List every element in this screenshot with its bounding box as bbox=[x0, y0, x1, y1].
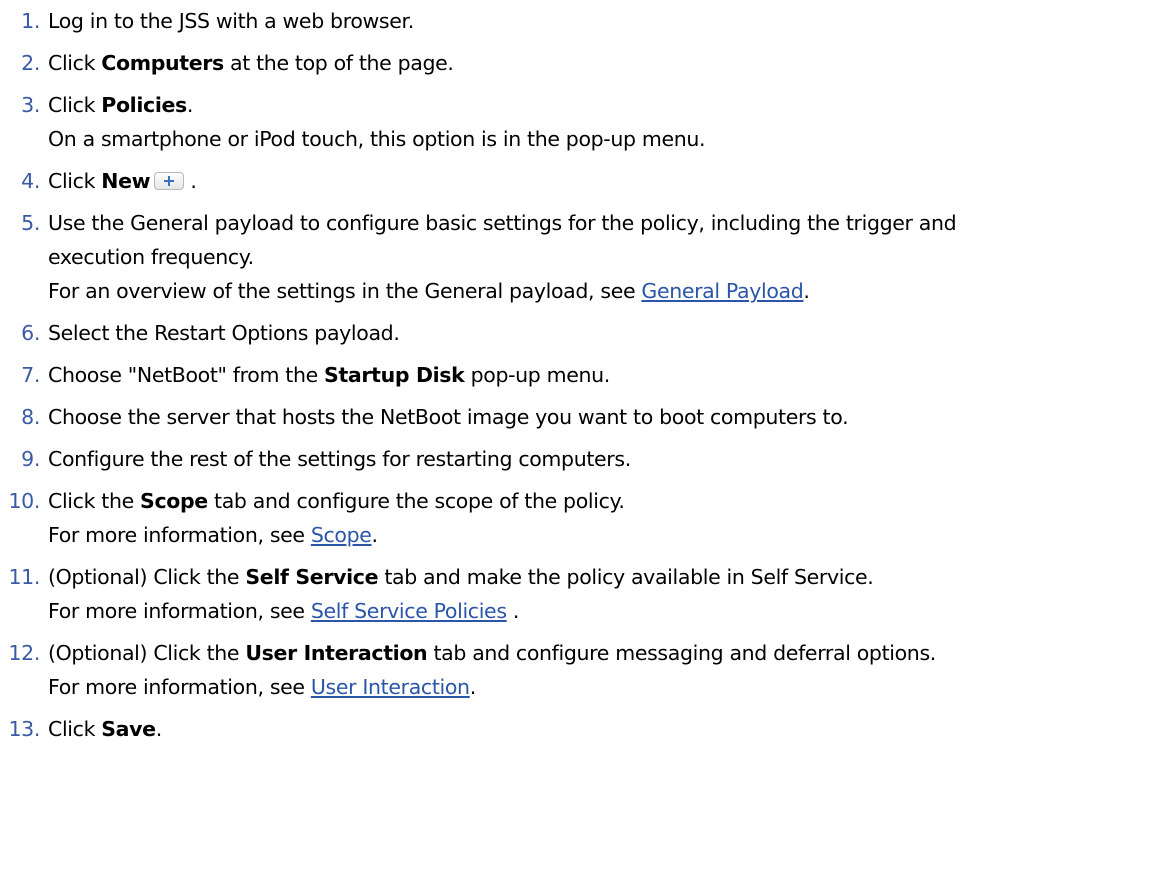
link-general-payload[interactable]: General Payload bbox=[641, 279, 803, 303]
new-button-image bbox=[154, 172, 185, 190]
step-number: 2. bbox=[21, 51, 40, 75]
step-number: 8. bbox=[21, 405, 40, 429]
step-number: 4. bbox=[21, 169, 40, 193]
step-text: Select the Restart Options payload. bbox=[48, 321, 400, 345]
link-scope[interactable]: Scope bbox=[311, 523, 372, 547]
ui-term-scope: Scope bbox=[140, 489, 208, 513]
step-text: Choose the server that hosts the NetBoot… bbox=[48, 405, 849, 429]
step-text: Choose "NetBoot" from the Startup Disk p… bbox=[48, 363, 610, 387]
step-text: Click Save. bbox=[48, 717, 162, 741]
plus-icon bbox=[164, 176, 175, 186]
step-text: Click Policies. bbox=[48, 93, 194, 117]
step-note: On a smartphone or iPod touch, this opti… bbox=[48, 127, 706, 151]
step-text: Configure the rest of the settings for r… bbox=[48, 447, 631, 471]
step-text: Click the Scope tab and configure the sc… bbox=[48, 489, 625, 513]
step-text: Use the General payload to configure bas… bbox=[48, 211, 957, 235]
step-text: Click Computers at the top of the page. bbox=[48, 51, 454, 75]
step-note: For more information, see Scope. bbox=[48, 523, 378, 547]
step-number: 13. bbox=[8, 717, 40, 741]
step-note: For an overview of the settings in the G… bbox=[48, 279, 810, 303]
ui-term-user-interaction: User Interaction bbox=[245, 641, 428, 665]
ui-term-self-service: Self Service bbox=[245, 565, 379, 589]
step-text: Click New . bbox=[48, 169, 197, 193]
step-number: 7. bbox=[21, 363, 40, 387]
ui-term-policies: Policies bbox=[101, 93, 187, 117]
ui-term-save: Save bbox=[101, 717, 156, 741]
step-number: 10. bbox=[8, 489, 40, 513]
ui-term-new: New bbox=[101, 169, 151, 193]
ui-term-computers: Computers bbox=[101, 51, 224, 75]
link-self-service-policies[interactable]: Self Service Policies bbox=[311, 599, 507, 623]
step-number: 11. bbox=[8, 565, 40, 589]
step-text: Log in to the JSS with a web browser. bbox=[48, 9, 414, 33]
step-note: For more information, see User Interacti… bbox=[48, 675, 476, 699]
step-text: (Optional) Click the User Interaction ta… bbox=[48, 641, 936, 665]
step-text: (Optional) Click the Self Service tab an… bbox=[48, 565, 874, 589]
step-number: 9. bbox=[21, 447, 40, 471]
step-text-continued: execution frequency. bbox=[48, 245, 254, 269]
step-number: 1. bbox=[21, 9, 40, 33]
ui-term-startup-disk: Startup Disk bbox=[324, 363, 465, 387]
step-note: For more information, see Self Service P… bbox=[48, 599, 519, 623]
step-number: 12. bbox=[8, 641, 40, 665]
step-number: 3. bbox=[21, 93, 40, 117]
step-number: 6. bbox=[21, 321, 40, 345]
step-number: 5. bbox=[21, 211, 40, 235]
link-user-interaction[interactable]: User Interaction bbox=[311, 675, 470, 699]
